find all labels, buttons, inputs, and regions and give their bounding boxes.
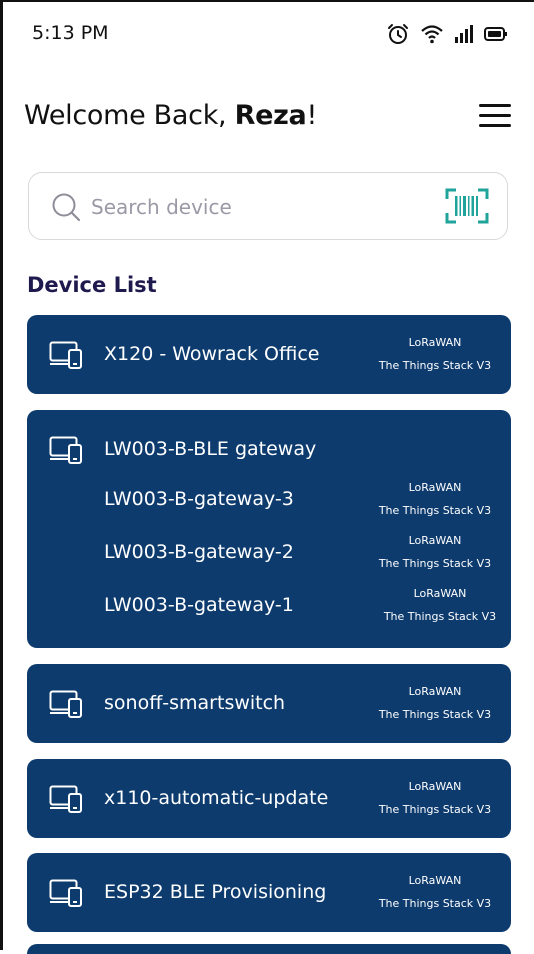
- device-card[interactable]: sonoff-smartswitch LoRaWAN The Things St…: [27, 664, 511, 743]
- device-list-title: Device List: [27, 273, 157, 297]
- search-icon: [52, 193, 81, 222]
- device-network: The Things Stack V3: [378, 504, 492, 517]
- device-network: The Things Stack V3: [378, 557, 492, 570]
- device-meta: LoRaWAN The Things Stack V3: [375, 869, 495, 915]
- device-name: sonoff-smartswitch: [104, 692, 286, 714]
- device-network: The Things Stack V3: [378, 897, 492, 910]
- status-time: 5:13 PM: [32, 22, 109, 44]
- device-protocol: LoRaWAN: [408, 481, 462, 494]
- device-meta: LoRaWAN The Things Stack V3: [375, 476, 495, 522]
- welcome-title: Welcome Back, Reza!: [24, 100, 317, 131]
- hamburger-menu-icon[interactable]: [479, 104, 511, 132]
- signal-icon: [455, 25, 473, 43]
- barcode-scan-icon[interactable]: [445, 188, 489, 224]
- search-bar: [28, 172, 508, 240]
- window-border-left: [0, 0, 3, 950]
- device-card-group[interactable]: LW003-B-BLE gateway LW003-B-gateway-3 Lo…: [27, 410, 511, 648]
- greeting-exclaim: !: [306, 100, 317, 131]
- search-input[interactable]: [89, 191, 423, 223]
- device-protocol: LoRaWAN: [408, 685, 462, 698]
- device-card[interactable]: x110-automatic-update LoRaWAN The Things…: [27, 759, 511, 838]
- device-protocol: LoRaWAN: [408, 336, 462, 349]
- device-network: The Things Stack V3: [378, 359, 492, 372]
- device-protocol: LoRaWAN: [408, 874, 462, 887]
- battery-icon: [484, 27, 507, 41]
- device-meta: LoRaWAN The Things Stack V3: [375, 331, 495, 377]
- device-meta: LoRaWAN The Things Stack V3: [375, 680, 495, 726]
- wifi-icon: [421, 25, 443, 44]
- device-network: The Things Stack V3: [378, 803, 492, 816]
- device-protocol: LoRaWAN: [408, 534, 462, 547]
- devices-icon: [49, 879, 82, 907]
- device-meta: LoRaWAN The Things Stack V3: [375, 529, 495, 575]
- device-protocol: LoRaWAN: [408, 780, 462, 793]
- device-meta: LoRaWAN The Things Stack V3: [375, 775, 495, 821]
- user-name: Reza: [234, 100, 307, 131]
- device-name: LW003-B-BLE gateway: [104, 438, 317, 460]
- device-card[interactable]: X120 - Wowrack Office LoRaWAN The Things…: [27, 315, 511, 394]
- devices-icon: [49, 690, 82, 718]
- device-network: The Things Stack V3: [378, 708, 492, 721]
- device-meta: LoRaWAN The Things Stack V3: [380, 582, 500, 628]
- status-bar: 5:13 PM: [0, 0, 534, 64]
- device-network: The Things Stack V3: [383, 610, 497, 623]
- device-name[interactable]: LW003-B-gateway-1: [104, 594, 294, 616]
- devices-icon: [49, 785, 82, 813]
- device-card-partial[interactable]: [27, 944, 511, 954]
- greeting-text: Welcome Back,: [24, 100, 235, 131]
- device-name[interactable]: LW003-B-gateway-2: [104, 541, 294, 563]
- alarm-icon: [388, 24, 408, 44]
- device-name: x110-automatic-update: [104, 787, 329, 809]
- devices-icon: [49, 436, 82, 464]
- status-icons: [386, 22, 508, 46]
- device-protocol: LoRaWAN: [413, 587, 467, 600]
- device-name: ESP32 BLE Provisioning: [104, 881, 327, 903]
- device-name[interactable]: LW003-B-gateway-3: [104, 488, 294, 510]
- devices-icon: [49, 341, 82, 369]
- device-name: X120 - Wowrack Office: [104, 343, 320, 365]
- device-card[interactable]: ESP32 BLE Provisioning LoRaWAN The Thing…: [27, 853, 511, 932]
